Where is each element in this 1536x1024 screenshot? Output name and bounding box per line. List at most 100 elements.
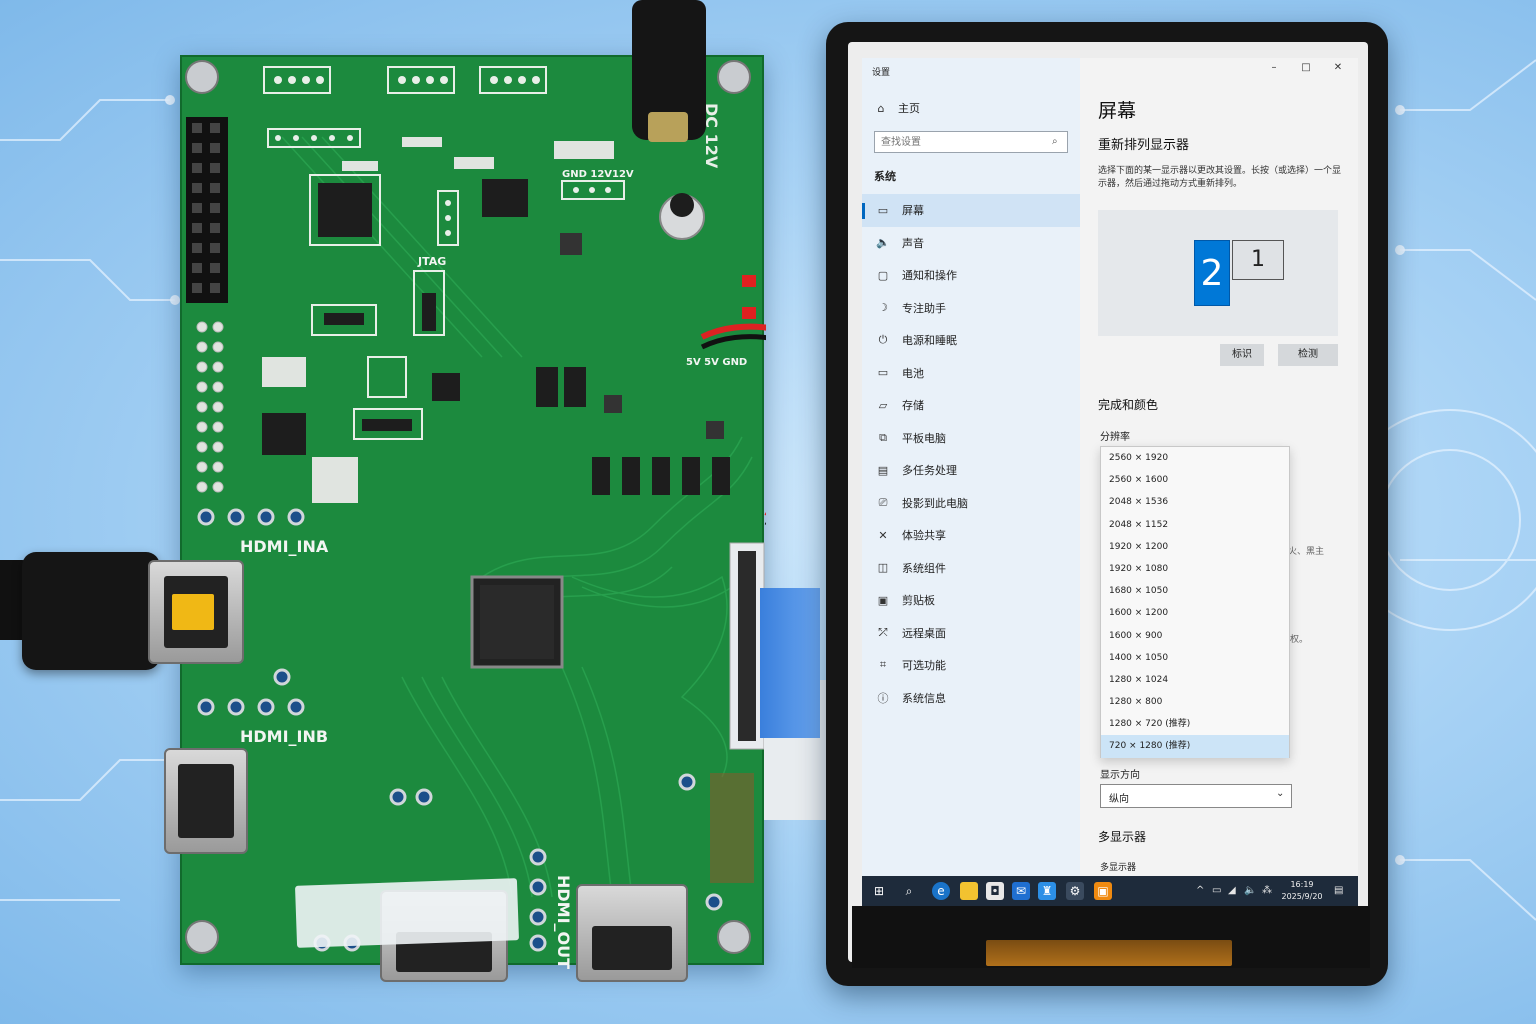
- system-components-icon: ◫: [877, 561, 889, 575]
- resolution-option[interactable]: 1600 × 1200: [1101, 602, 1289, 624]
- sidebar-item-label: 系统信息: [902, 691, 946, 705]
- resolution-option[interactable]: 2560 × 1600: [1101, 469, 1289, 491]
- settings-sidebar: 设置 ⌂ 主页 ⌕ 系统 ▭ 屏幕 🔈 声音 ▢ 通知和操作 ☽ 专注助手 ⏻ 电源和睡眠 ▭ 电池 ▱…: [862, 58, 1080, 876]
- sidebar-item-12[interactable]: ▣ 剪贴板: [862, 584, 1080, 617]
- sidebar-item-6[interactable]: ▱ 存储: [862, 389, 1080, 422]
- search-input[interactable]: [874, 131, 1068, 153]
- sidebar-item-10[interactable]: ✕ 体验共享: [862, 519, 1080, 552]
- sidebar-item-11[interactable]: ◫ 系统组件: [862, 552, 1080, 585]
- sidebar-item-label: 剪贴板: [902, 594, 935, 608]
- jtag-label: JTAG: [418, 255, 447, 268]
- network-icon[interactable]: ◢: [1228, 885, 1236, 896]
- sidebar-item-label: 远程桌面: [902, 626, 946, 640]
- maximize-button[interactable]: □: [1296, 62, 1316, 73]
- resolution-option[interactable]: 2048 × 1536: [1101, 491, 1289, 513]
- settings-gear-icon[interactable]: ⚙: [1066, 882, 1084, 900]
- app-icon[interactable]: ♜: [1038, 882, 1056, 900]
- nav-home[interactable]: ⌂ 主页: [874, 100, 921, 116]
- sidebar-item-label: 可选功能: [902, 659, 946, 673]
- resolution-option[interactable]: 1280 × 720 (推荐): [1101, 713, 1289, 735]
- display-icon: ▭: [877, 203, 889, 217]
- input-method-icon[interactable]: ⁂: [1262, 885, 1272, 896]
- background-text-2: 权。: [1290, 635, 1309, 645]
- detect-button[interactable]: 检测: [1278, 344, 1338, 366]
- sidebar-item-label: 平板电脑: [902, 431, 946, 445]
- orientation-label: 显示方向: [1100, 770, 1140, 781]
- background-text-1: 火、黑主: [1288, 547, 1325, 557]
- resolution-option[interactable]: 1280 × 800: [1101, 691, 1289, 713]
- home-icon: ⌂: [877, 101, 885, 115]
- focus-assist-icon: ☽: [878, 301, 888, 315]
- multi-display-heading: 多显示器: [1098, 830, 1147, 844]
- sidebar-item-1[interactable]: 🔈 声音: [862, 227, 1080, 260]
- search-icon[interactable]: ⌕: [900, 882, 918, 900]
- about-icon: ⓘ: [877, 691, 889, 705]
- sidebar-item-4[interactable]: ⏻ 电源和睡眠: [862, 324, 1080, 357]
- sidebar-item-label: 电池: [902, 366, 924, 380]
- file-explorer-icon[interactable]: [960, 882, 978, 900]
- hdmi-inb-label: HDMI_INB: [240, 727, 329, 746]
- resolution-option[interactable]: 2560 × 1920: [1101, 447, 1289, 469]
- sidebar-item-label: 体验共享: [902, 529, 946, 543]
- sidebar-item-label: 多任务处理: [902, 464, 957, 478]
- sidebar-item-14[interactable]: ⌗ 可选功能: [862, 649, 1080, 682]
- masking-tape: [294, 878, 520, 948]
- clipboard-icon: ▣: [877, 593, 889, 607]
- resolution-option[interactable]: 1400 × 1050: [1101, 647, 1289, 669]
- nav-list: ▭ 屏幕 🔈 声音 ▢ 通知和操作 ☽ 专注助手 ⏻ 电源和睡眠 ▭ 电池 ▱ 存储 ⧉ 平板电脑 ▤ 多任务处理…: [862, 194, 1080, 714]
- sidebar-item-2[interactable]: ▢ 通知和操作: [862, 259, 1080, 292]
- resolution-option[interactable]: 1600 × 900: [1101, 625, 1289, 647]
- hdmi-ina-port: [148, 560, 244, 664]
- settings-content: – □ ✕ 屏幕 重新排列显示器 选择下面的某一显示器以更改其设置。长按（或选择…: [1080, 58, 1358, 876]
- resolution-option[interactable]: 1680 × 1050: [1101, 580, 1289, 602]
- dc-jack-ring: [648, 112, 688, 142]
- sidebar-item-7[interactable]: ⧉ 平板电脑: [862, 422, 1080, 455]
- store-icon[interactable]: ◘: [986, 882, 1004, 900]
- nav-home-label: 主页: [898, 102, 920, 115]
- resolution-option[interactable]: 1280 × 1024: [1101, 669, 1289, 691]
- sidebar-item-9[interactable]: ⎚ 投影到此电脑: [862, 487, 1080, 520]
- notification-center-icon[interactable]: ▤: [1334, 885, 1343, 896]
- hdmi-ina-label: HDMI_INA: [240, 537, 329, 556]
- sidebar-item-8[interactable]: ▤ 多任务处理: [862, 454, 1080, 487]
- multitasking-icon: ▤: [877, 463, 889, 477]
- monitor-1-tile[interactable]: 1: [1232, 240, 1284, 280]
- clock[interactable]: 16:19 2025/9/20: [1280, 879, 1324, 903]
- power-icon: ⏻: [878, 333, 888, 347]
- resolution-option[interactable]: 2048 × 1152: [1101, 514, 1289, 536]
- shared-experience-icon: ✕: [878, 528, 888, 542]
- battery-icon: ▭: [877, 366, 889, 380]
- start-icon[interactable]: ⊞: [870, 882, 888, 900]
- minimize-button[interactable]: –: [1264, 62, 1284, 73]
- close-button[interactable]: ✕: [1328, 62, 1348, 73]
- multi-display-label: 多显示器: [1100, 863, 1137, 873]
- orientation-select[interactable]: 纵向: [1100, 784, 1292, 808]
- sidebar-item-15[interactable]: ⓘ 系统信息: [862, 682, 1080, 715]
- resolution-option[interactable]: 1920 × 1080: [1101, 558, 1289, 580]
- hdmi-out-label: HDMI_OUT: [554, 875, 573, 970]
- identify-button[interactable]: 标识: [1220, 344, 1264, 366]
- power-pin-label: 5V 5V GND: [686, 357, 748, 368]
- sound-icon: 🔈: [876, 236, 890, 250]
- sidebar-item-3[interactable]: ☽ 专注助手: [862, 292, 1080, 325]
- battery-tray-icon[interactable]: ▭: [1212, 885, 1221, 896]
- tray-overflow-icon[interactable]: ^: [1196, 885, 1204, 896]
- hdmi-inb-port: [164, 748, 248, 854]
- sidebar-item-label: 通知和操作: [902, 269, 957, 283]
- resolution-dropdown-list[interactable]: 2560 × 1920 2560 × 1600 2048 × 1536 2048 × …: [1100, 446, 1290, 758]
- sidebar-item-5[interactable]: ▭ 电池: [862, 357, 1080, 390]
- resolution-option[interactable]: 720 × 1280 (推荐): [1101, 735, 1289, 758]
- storage-icon: ▱: [878, 398, 888, 412]
- sidebar-item-13[interactable]: ⤱ 远程桌面: [862, 617, 1080, 650]
- sidebar-item-0[interactable]: ▭ 屏幕: [862, 194, 1080, 227]
- sidebar-item-label: 专注助手: [902, 301, 946, 315]
- app-orange-icon[interactable]: ▣: [1094, 882, 1112, 900]
- resolution-option[interactable]: 1920 × 1200: [1101, 536, 1289, 558]
- volume-icon[interactable]: 🔈: [1244, 885, 1256, 896]
- edge-browser-icon[interactable]: e: [932, 882, 950, 900]
- mail-icon[interactable]: ✉: [1012, 882, 1030, 900]
- search-icon[interactable]: ⌕: [1052, 136, 1058, 147]
- screen: 设置 ⌂ 主页 ⌕ 系统 ▭ 屏幕 🔈 声音 ▢ 通知和操作 ☽ 专注助手 ⏻ 电源和睡眠 ▭ 电池 ▱…: [862, 58, 1358, 906]
- monitor-2-tile[interactable]: 2: [1194, 240, 1230, 306]
- sidebar-item-label: 声音: [902, 236, 924, 250]
